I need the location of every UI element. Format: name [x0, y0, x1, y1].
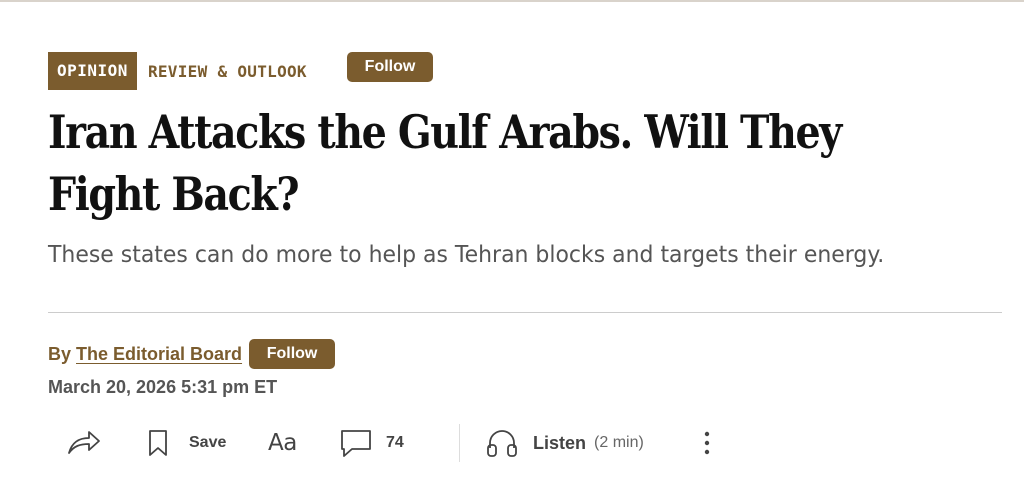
text-size-button[interactable]: Aa [268, 420, 297, 466]
listen-label: Listen [533, 432, 587, 453]
text-size-label: Aa [268, 430, 297, 456]
more-vertical-icon [697, 428, 717, 458]
section-link[interactable]: REVIEW & OUTLOOK [148, 62, 307, 81]
comment-bubble-icon [339, 428, 373, 458]
follow-author-button[interactable]: Follow [249, 339, 336, 369]
follow-section-button[interactable]: Follow [347, 52, 433, 82]
headphones-icon [485, 427, 519, 459]
bookmark-icon [147, 428, 169, 458]
byline: By The Editorial Board Follow [48, 339, 336, 369]
more-options-button[interactable] [697, 420, 717, 466]
opinion-badge[interactable]: OPINION [48, 52, 137, 90]
share-arrow-icon [66, 428, 102, 458]
comments-button[interactable]: 74 [339, 420, 404, 466]
share-button[interactable] [66, 420, 102, 466]
listen-button[interactable]: Listen (2 min) [485, 420, 644, 466]
article-toolbar: Save Aa 74 Listen (2 min) [0, 420, 1024, 466]
article-headline: Iran Attacks the Gulf Arabs. Will They F… [48, 105, 842, 221]
dateline: March 20, 2026 5:31 pm ET [48, 377, 278, 397]
byline-prefix: By [48, 343, 72, 364]
comment-count: 74 [386, 434, 404, 451]
top-rule [0, 0, 1024, 2]
kicker-row: OPINION REVIEW & OUTLOOK [48, 52, 307, 90]
listen-duration: (2 min) [594, 434, 644, 451]
divider [48, 312, 1002, 313]
save-label: Save [189, 434, 227, 451]
article-dek: These states can do more to help as Tehr… [48, 242, 885, 268]
toolbar-separator [459, 424, 460, 462]
save-button[interactable]: Save [147, 420, 226, 466]
author-link[interactable]: The Editorial Board [76, 344, 242, 365]
